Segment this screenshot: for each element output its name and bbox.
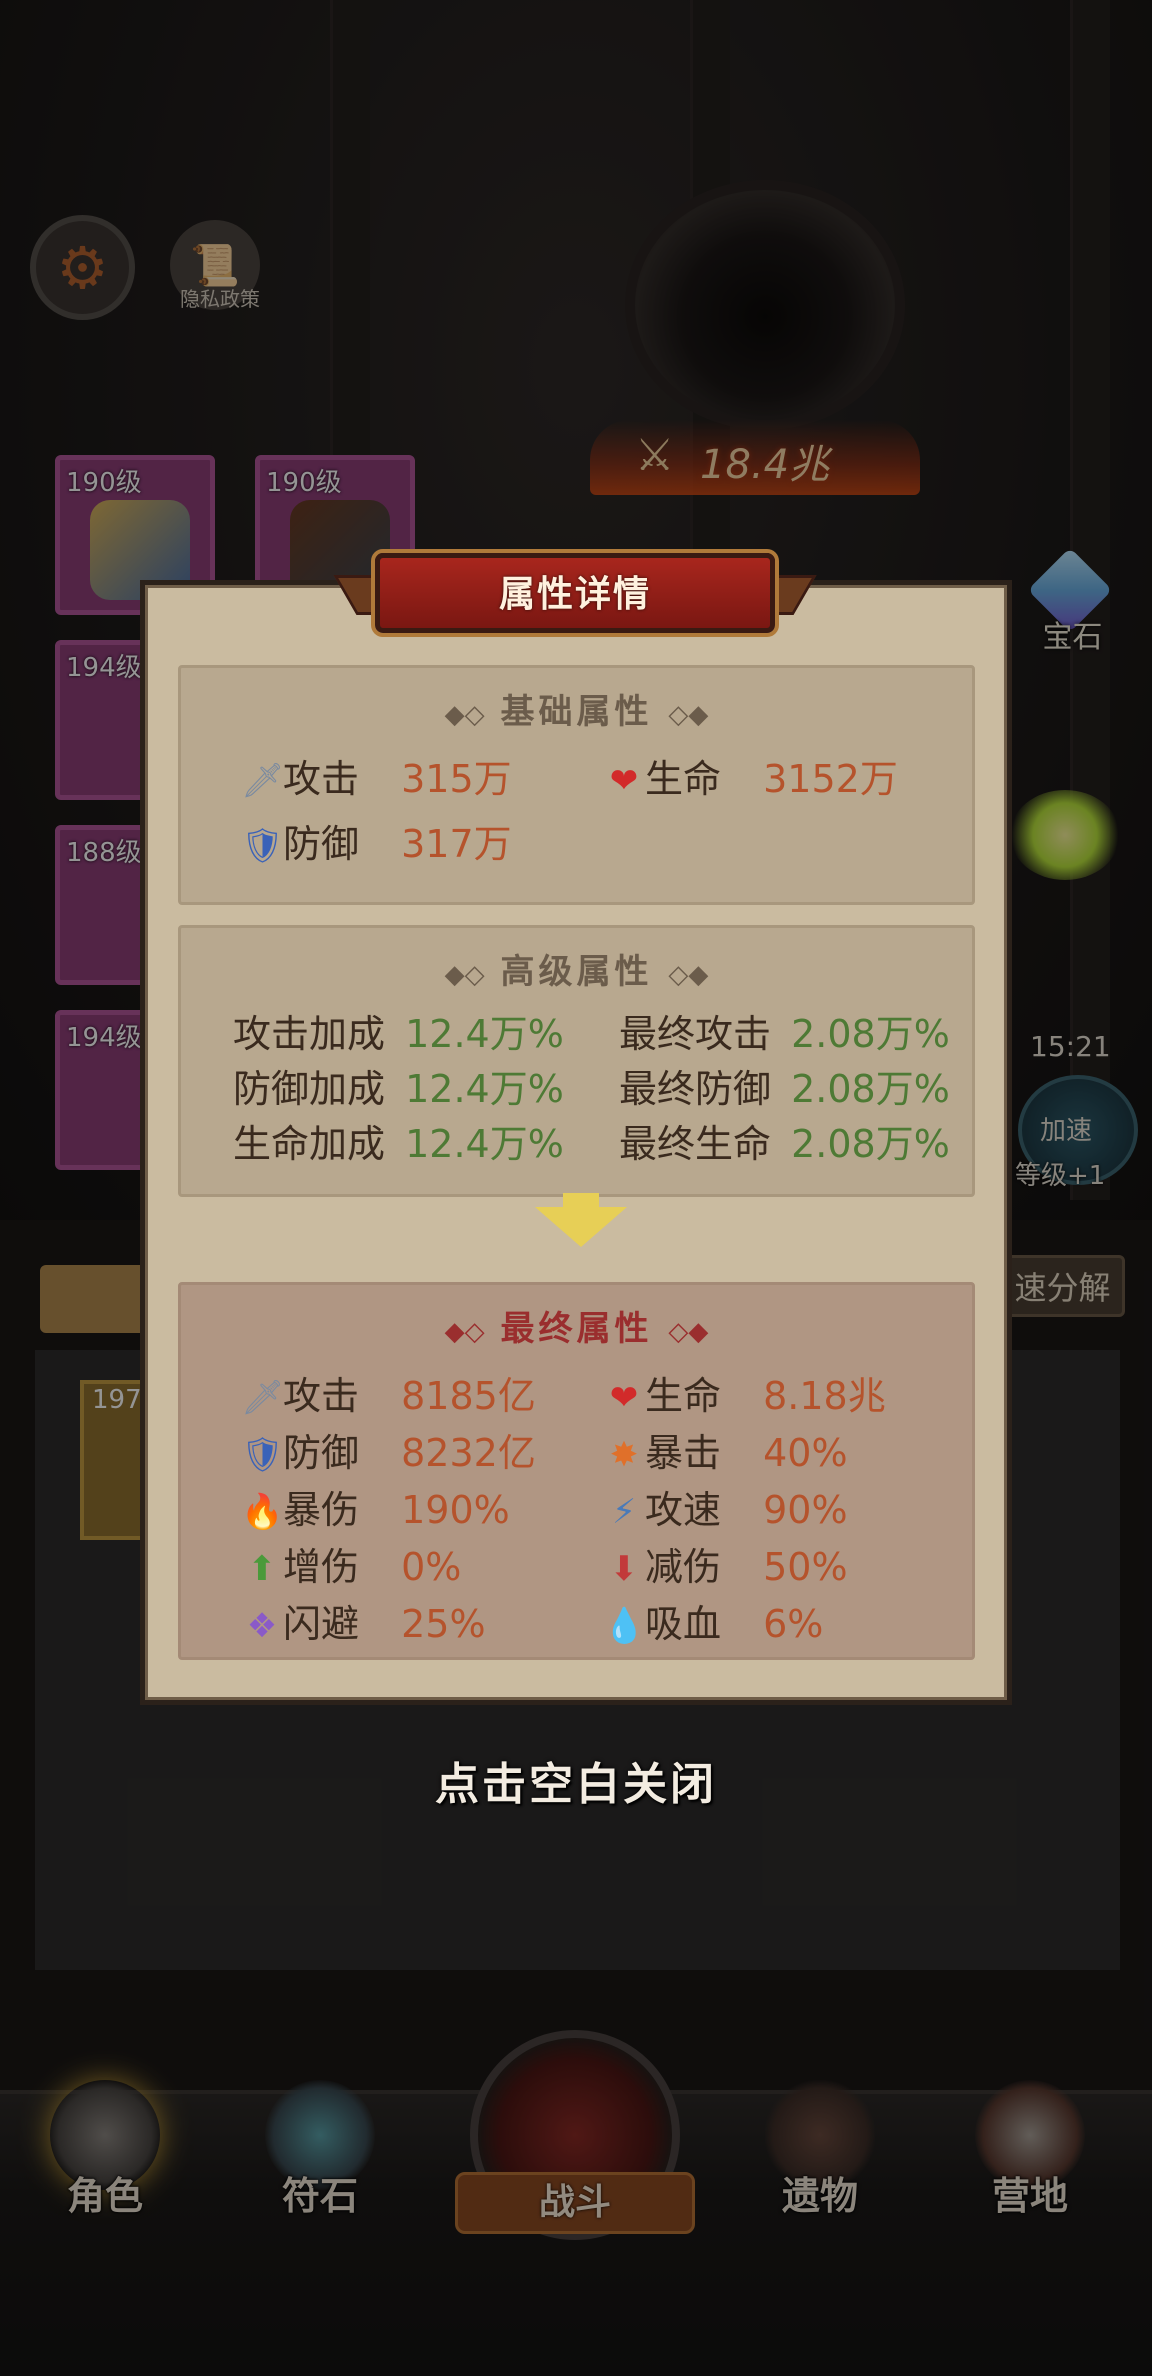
sword-icon: 🗡 [241,1378,285,1418]
stat-value: 190% [401,1488,510,1532]
advanced-row: 最终防御 2.08万% [619,1058,950,1113]
final-stat: 💧吸血 6% [603,1593,823,1648]
ornament-icon: ◆◇ [444,1317,485,1347]
advanced-row: 最终生命 2.08万% [619,1113,950,1168]
stat-label: 最终攻击 [619,1012,772,1056]
stat-value: 12.4万% [405,1012,564,1056]
stat-attack: 🗡攻击 315万 [241,748,512,803]
stat-value: 90% [763,1488,848,1532]
ornament-icon: ◇◆ [668,700,709,730]
stat-value: 25% [401,1602,486,1646]
stat-value: 50% [763,1545,848,1589]
stat-label: 攻击 [283,1374,360,1418]
stat-label: 减伤 [645,1545,722,1589]
heart-icon: ❤ [609,1378,639,1418]
stat-value: 315万 [401,757,512,801]
shield-icon: 🛡 [241,1435,285,1475]
section-heading: ◆◇ 高级属性 ◇◆ [181,944,972,993]
ornament-icon: ◆◇ [444,960,485,990]
ornament-icon: ◇◆ [668,960,709,990]
stat-defense: 🛡防御 317万 [241,813,512,868]
ornament-icon: ◇◆ [668,1317,709,1347]
advanced-attributes-section: ◆◇ 高级属性 ◇◆ 攻击加成 12.4万% 最终攻击 2.08万% 防御加成 … [178,925,975,1197]
ornament-icon: ◆◇ [444,700,485,730]
final-stat: ⬇ 减伤 50% [603,1536,848,1591]
stat-value: 12.4万% [405,1122,564,1166]
stat-value: 6% [763,1602,824,1646]
section-heading-text: 基础属性 [500,692,653,732]
stat-label: 最终防御 [619,1067,772,1111]
damage-up-icon: ⬆ [247,1549,277,1589]
dialog-title: 属性详情 [498,574,651,615]
stat-value: 3152万 [763,757,898,801]
stat-value: 0% [401,1545,462,1589]
section-heading-text: 高级属性 [500,952,653,992]
stat-value: 8232亿 [401,1431,536,1475]
stat-value: 2.08万% [791,1067,950,1111]
stat-value: 2.08万% [791,1012,950,1056]
final-stat: ❤ 生命 8.18兆 [603,1365,886,1420]
stat-label: 攻速 [645,1488,722,1532]
advanced-row: 攻击加成 12.4万% [233,1003,564,1058]
stat-label: 生命加成 [233,1122,386,1166]
dodge-icon: ❖ [246,1606,278,1646]
stat-value: 8185亿 [401,1374,536,1418]
stat-label: 增伤 [283,1545,360,1589]
flame-icon: 🔥 [241,1492,284,1532]
section-heading-text: 最终属性 [500,1309,653,1349]
final-stat: 🔥暴伤 190% [241,1479,510,1534]
advanced-row: 防御加成 12.4万% [233,1058,564,1113]
advanced-row: 生命加成 12.4万% [233,1113,564,1168]
crit-burst-icon: ✸ [609,1435,639,1475]
arrow-down-icon [535,1207,627,1247]
final-stat: ⚡ 攻速 90% [603,1479,848,1534]
section-heading: ◆◇ 基础属性 ◇◆ [181,684,972,733]
blood-drop-icon: 💧 [603,1606,646,1646]
stat-label: 攻击 [283,757,360,801]
stat-label: 防御加成 [233,1067,386,1111]
final-stat: ⬆ 增伤 0% [241,1536,462,1591]
shield-icon: 🛡 [241,826,285,866]
sword-icon: 🗡 [241,761,285,801]
stat-value: 317万 [401,822,512,866]
final-stat: ✸ 暴击 40% [603,1422,848,1477]
advanced-row: 最终攻击 2.08万% [619,1003,950,1058]
section-heading: ◆◇ 最终属性 ◇◆ [181,1301,972,1350]
damage-down-icon: ⬇ [609,1549,639,1589]
basic-attributes-section: ◆◇ 基础属性 ◇◆ 🗡攻击 315万 ❤ 生命 3152万 🛡防御 317万 [178,665,975,905]
stat-label: 暴伤 [283,1488,360,1532]
final-stat: 🗡攻击 8185亿 [241,1365,536,1420]
heart-icon: ❤ [609,761,639,801]
stat-label: 防御 [283,1431,360,1475]
stat-label: 暴击 [645,1431,722,1475]
stat-label: 生命 [645,757,722,801]
stat-value: 8.18兆 [763,1374,886,1418]
dialog-title-banner: 属性详情 [333,535,817,645]
stat-value: 2.08万% [791,1122,950,1166]
final-stat: 🛡防御 8232亿 [241,1422,536,1477]
stat-label: 生命 [645,1374,722,1418]
stat-value: 40% [763,1431,848,1475]
stat-hp: ❤ 生命 3152万 [603,748,898,803]
stat-label: 最终生命 [619,1122,772,1166]
speed-sword-icon: ⚡ [612,1492,636,1532]
close-hint-text[interactable]: 点击空白关闭 [0,1748,1152,1812]
stat-label: 防御 [283,822,360,866]
stat-label: 吸血 [645,1602,722,1646]
stat-value: 12.4万% [405,1067,564,1111]
stat-label: 攻击加成 [233,1012,386,1056]
stat-label: 闪避 [283,1602,360,1646]
final-stat: ❖ 闪避 25% [241,1593,486,1648]
final-attributes-section: ◆◇ 最终属性 ◇◆ 🗡攻击 8185亿 ❤ 生命 8.18兆 🛡防御 8232亿… [178,1282,975,1660]
